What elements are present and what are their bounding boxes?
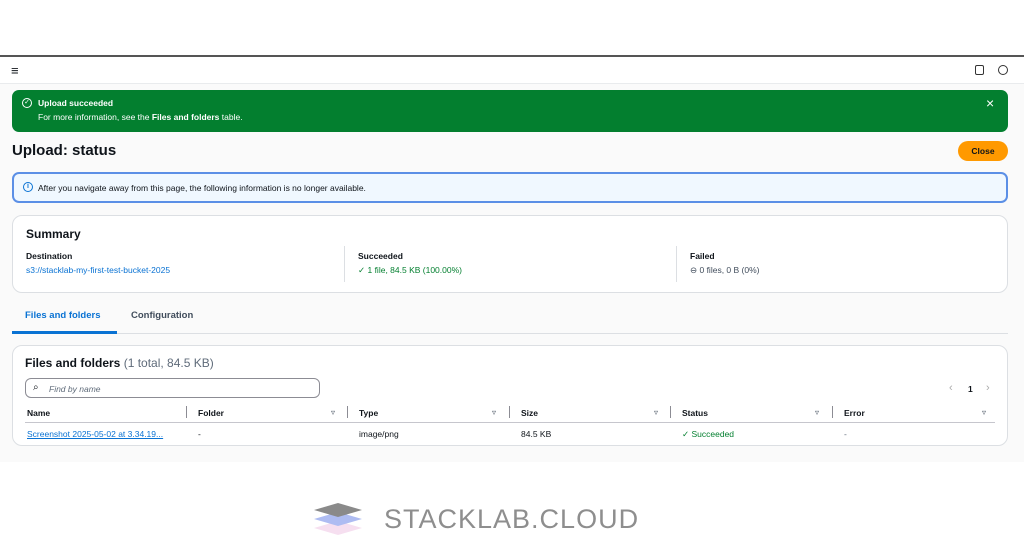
succeeded-text: 1 file, 84.5 KB (100.00%) — [367, 265, 462, 275]
succeeded-value: ✓ 1 file, 84.5 KB (100.00%) — [358, 265, 462, 276]
files-count: (1 total, 84.5 KB) — [123, 356, 214, 370]
destination-link[interactable]: s3://stacklab-my-first-test-bucket-2025 — [26, 265, 170, 275]
files-title: Files and folders (1 total, 84.5 KB) — [25, 356, 214, 370]
clock-icon[interactable] — [998, 65, 1008, 75]
search-placeholder: Find by name — [49, 384, 101, 394]
tab-files-and-folders[interactable]: Files and folders — [25, 310, 101, 321]
prev-page-icon[interactable]: ‹ — [949, 382, 953, 394]
folder-cell: - — [198, 429, 201, 439]
success-banner: ✓ Upload succeeded For more information,… — [12, 90, 1008, 132]
destination-label: Destination — [26, 251, 73, 261]
column-separator[interactable] — [186, 406, 187, 418]
banner-desc-end: table. — [219, 112, 243, 122]
status-cell: ✓ Succeeded — [682, 429, 734, 440]
column-separator[interactable] — [670, 406, 671, 418]
divider — [676, 246, 677, 282]
logo-text: STACKLAB.CLOUD — [384, 504, 640, 534]
notes-icon[interactable] — [975, 65, 984, 75]
summary-card: Summary Destination s3://stacklab-my-fir… — [12, 215, 1008, 293]
tab-configuration[interactable]: Configuration — [131, 310, 193, 321]
close-icon[interactable]: × — [986, 95, 994, 111]
divider — [344, 246, 345, 282]
size-cell: 84.5 KB — [521, 429, 552, 439]
column-separator[interactable] — [347, 406, 348, 418]
next-page-icon[interactable]: › — [986, 382, 990, 394]
active-tab-indicator — [12, 331, 117, 334]
sort-icon[interactable]: ▿ — [654, 408, 658, 417]
banner-desc-bold: Files and folders — [151, 112, 220, 122]
stack-logo-icon — [314, 503, 362, 535]
file-name-link[interactable]: Screenshot 2025-05-02 at 3.34.19... — [27, 429, 163, 439]
page-title: Upload: status — [12, 142, 117, 159]
banner-desc-text: For more information, see the — [38, 112, 152, 122]
check-circle-icon: ✓ — [22, 98, 32, 108]
info-icon: i — [23, 182, 33, 192]
search-input[interactable]: ⌕ Find by name — [25, 378, 320, 398]
close-button[interactable]: Close — [958, 141, 1008, 161]
menu-icon[interactable]: ≡ — [11, 63, 19, 78]
column-separator[interactable] — [509, 406, 510, 418]
column-type[interactable]: Type — [359, 408, 378, 418]
table-header-divider — [25, 422, 995, 423]
info-alert: i After you navigate away from this page… — [12, 172, 1008, 203]
sort-icon[interactable]: ▿ — [982, 408, 986, 417]
succeeded-label: Succeeded — [358, 251, 403, 261]
sort-icon[interactable]: ▿ — [331, 408, 335, 417]
status-text: Succeeded — [691, 429, 735, 439]
column-error[interactable]: Error — [844, 408, 865, 418]
column-status[interactable]: Status — [682, 408, 708, 418]
column-name[interactable]: Name — [27, 408, 50, 418]
failed-text: 0 files, 0 B (0%) — [699, 265, 760, 275]
banner-title: Upload succeeded — [38, 98, 114, 108]
search-icon: ⌕ — [33, 382, 39, 393]
files-title-text: Files and folders — [25, 356, 121, 370]
column-separator[interactable] — [832, 406, 833, 418]
column-folder[interactable]: Folder — [198, 408, 224, 418]
stacklab-logo: STACKLAB.CLOUD — [312, 500, 638, 542]
tabs-divider — [117, 333, 1008, 334]
type-cell: image/png — [359, 429, 399, 439]
sort-icon[interactable]: ▿ — [815, 408, 819, 417]
banner-description: For more information, see the Files and … — [38, 112, 1008, 122]
page-number[interactable]: 1 — [968, 384, 973, 394]
info-text: After you navigate away from this page, … — [38, 183, 366, 193]
summary-title: Summary — [26, 227, 81, 241]
error-cell: - — [844, 429, 847, 439]
top-header: ≡ — [0, 57, 1024, 84]
failed-value: ⊖ 0 files, 0 B (0%) — [690, 265, 759, 276]
failed-label: Failed — [690, 251, 715, 261]
sort-icon[interactable]: ▿ — [492, 408, 496, 417]
column-size[interactable]: Size — [521, 408, 538, 418]
